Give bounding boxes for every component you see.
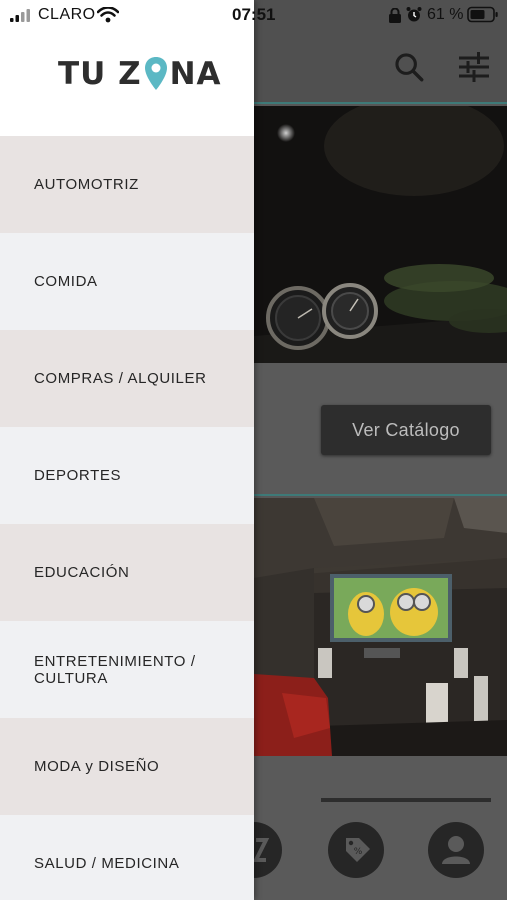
svg-text:%: % xyxy=(354,847,363,857)
discount-tag-icon[interactable]: % xyxy=(328,822,384,878)
product-photo-watches[interactable] xyxy=(254,106,507,363)
category-item-deportes[interactable]: DEPORTES xyxy=(0,427,254,524)
category-item-educacion[interactable]: EDUCACIÓN xyxy=(0,524,254,621)
navigation-drawer: TU Z NA AUTOMOTRIZ COMIDA COMPRAS / ALQU… xyxy=(0,0,254,900)
battery-percentage: 61 % xyxy=(427,6,464,23)
brand-logo: TU Z NA xyxy=(58,56,222,92)
category-item-salud-medicina[interactable]: SALUD / MEDICINA xyxy=(0,815,254,900)
category-item-compras-alquiler[interactable]: COMPRAS / ALQUILER xyxy=(0,330,254,427)
filter-sliders-icon[interactable] xyxy=(456,49,492,85)
clock-time: 07:51 xyxy=(232,5,276,24)
category-item-automotriz[interactable]: AUTOMOTRIZ xyxy=(0,136,254,233)
search-icon[interactable] xyxy=(392,50,426,84)
wifi-icon xyxy=(97,7,119,23)
category-item-entretenimiento-cultura[interactable]: ENTRETENIMIENTO / CULTURA xyxy=(0,621,254,718)
category-item-moda-diseno[interactable]: MODA y DISEÑO xyxy=(0,718,254,815)
signal-strength-icon xyxy=(10,9,30,22)
alarm-clock-icon xyxy=(406,7,422,22)
status-bar: CLARO 07:51 61 % xyxy=(0,0,507,30)
location-pin-icon xyxy=(144,57,167,90)
ver-catalogo-button[interactable]: Ver Catálogo xyxy=(321,405,491,455)
catalog-button-partial[interactable] xyxy=(321,798,491,802)
battery-icon xyxy=(467,6,498,23)
user-profile-icon[interactable] xyxy=(428,822,484,878)
category-list: AUTOMOTRIZ COMIDA COMPRAS / ALQUILER DEP… xyxy=(0,136,254,900)
orientation-lock-icon xyxy=(389,8,401,23)
carrier-name: CLARO xyxy=(38,6,96,23)
product-photo-home-theater[interactable] xyxy=(254,498,507,756)
category-item-comida[interactable]: COMIDA xyxy=(0,233,254,330)
